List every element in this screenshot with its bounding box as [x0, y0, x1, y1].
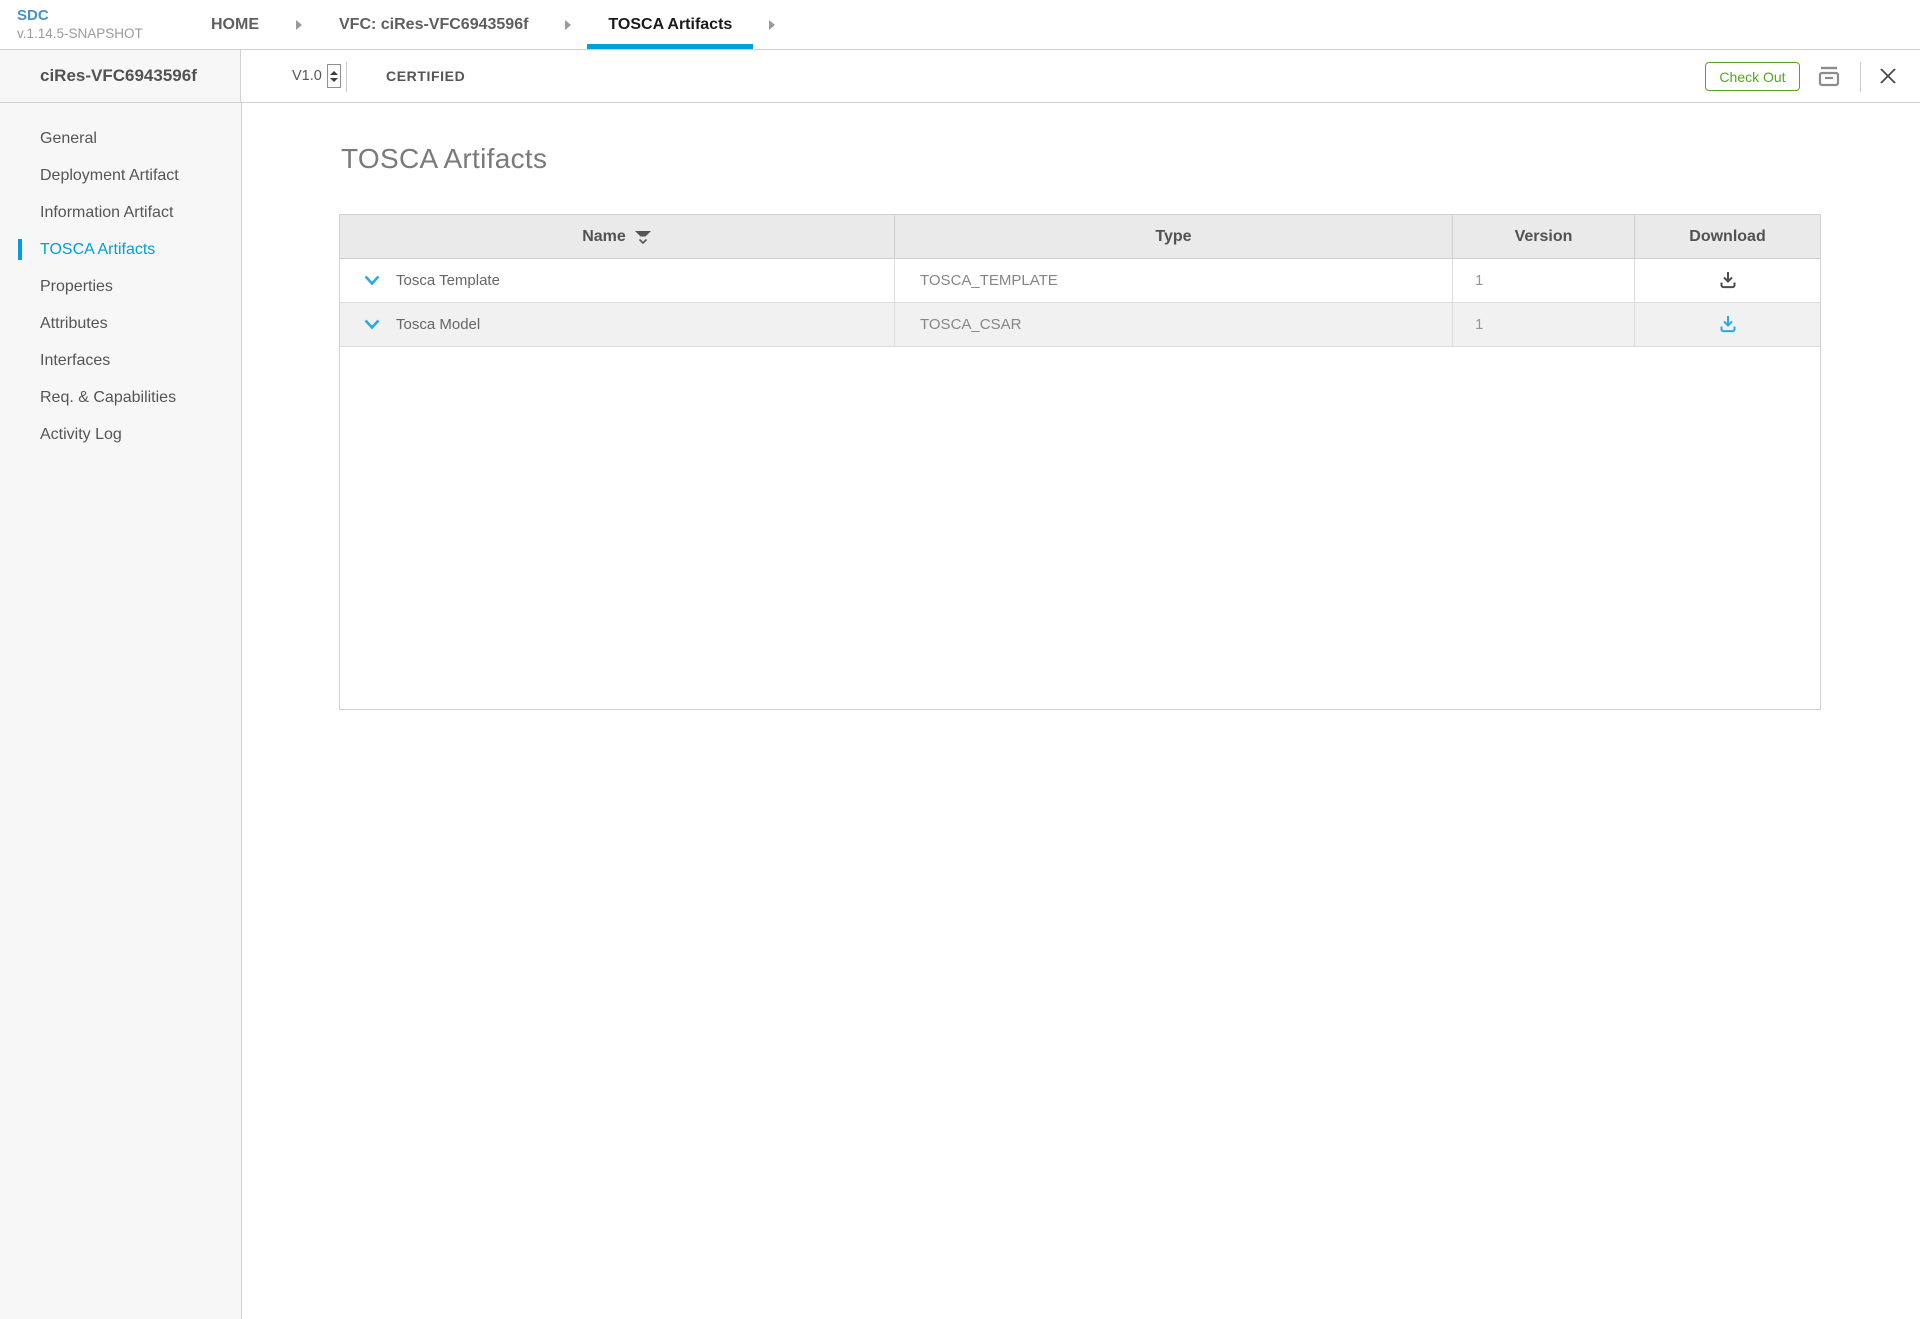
artifact-version-cell: 1: [1453, 259, 1635, 302]
sidebar-item-tosca-artifacts[interactable]: TOSCA Artifacts: [0, 231, 241, 268]
sidebar-item-label: Interfaces: [40, 352, 110, 369]
breadcrumb-caret-icon: [565, 20, 571, 30]
column-header-name[interactable]: Name: [340, 215, 895, 258]
artifact-type-cell: TOSCA_TEMPLATE: [895, 259, 1453, 302]
print-icon[interactable]: [1814, 64, 1844, 90]
breadcrumb: HOME VFC: ciRes-VFC6943596f TOSCA Artifa…: [190, 0, 791, 49]
column-header-label: Download: [1689, 228, 1765, 246]
sidebar-item-attributes[interactable]: Attributes: [0, 305, 241, 342]
spinner-down-icon: [330, 78, 338, 82]
breadcrumb-vfc-label: VFC: ciRes-VFC6943596f: [339, 16, 528, 34]
artifact-version-cell: 1: [1453, 303, 1635, 346]
entity-name: ciRes-VFC6943596f: [0, 50, 241, 102]
sdc-version-label: v.1.14.5-SNAPSHOT: [17, 26, 143, 43]
version-spinner[interactable]: [327, 64, 341, 88]
chevron-down-icon[interactable]: [364, 273, 384, 289]
main-content: TOSCA Artifacts Name Type Version Do: [242, 103, 1920, 1319]
table-header-row: Name Type Version Download: [340, 215, 1820, 259]
artifact-name: Tosca Model: [396, 316, 480, 333]
lifecycle-state-badge: CERTIFIED: [386, 50, 465, 102]
column-header-download[interactable]: Download: [1635, 215, 1820, 258]
table-row: Tosca Template TOSCA_TEMPLATE 1: [340, 259, 1820, 303]
sidebar-item-label: General: [40, 130, 97, 147]
sort-icon: [634, 230, 652, 245]
sidebar: General Deployment Artifact Information …: [0, 103, 242, 1319]
sidebar-item-label: Activity Log: [40, 426, 122, 443]
sidebar-item-deployment-artifact[interactable]: Deployment Artifact: [0, 157, 241, 194]
header-divider: [1860, 62, 1861, 92]
sidebar-item-req-capabilities[interactable]: Req. & Capabilities: [0, 379, 241, 416]
breadcrumb-home-label: HOME: [211, 16, 259, 34]
column-header-label: Type: [1155, 228, 1191, 246]
sidebar-item-activity-log[interactable]: Activity Log: [0, 416, 241, 453]
artifact-download-cell: [1635, 303, 1820, 346]
sidebar-item-properties[interactable]: Properties: [0, 268, 241, 305]
chevron-down-icon[interactable]: [364, 317, 384, 333]
sidebar-item-label: Req. & Capabilities: [40, 389, 176, 406]
artifact-name: Tosca Template: [396, 272, 500, 289]
breadcrumb-vfc[interactable]: VFC: ciRes-VFC6943596f: [318, 0, 549, 49]
check-out-button[interactable]: Check Out: [1705, 62, 1800, 91]
artifact-download-cell: [1635, 259, 1820, 302]
table-row: Tosca Model TOSCA_CSAR 1: [340, 303, 1820, 347]
column-header-label: Version: [1515, 228, 1573, 246]
column-header-label: Name: [582, 228, 626, 246]
breadcrumb-tosca-artifacts-label: TOSCA Artifacts: [608, 16, 732, 34]
sidebar-item-label: Deployment Artifact: [40, 167, 179, 184]
spinner-up-icon: [330, 71, 338, 75]
sidebar-item-label: Attributes: [40, 315, 108, 332]
artifact-name-cell: Tosca Model: [340, 303, 895, 346]
breadcrumb-caret-icon: [296, 20, 302, 30]
sidebar-item-information-artifact[interactable]: Information Artifact: [0, 194, 241, 231]
breadcrumb-home[interactable]: HOME: [190, 0, 280, 49]
sidebar-item-label: Properties: [40, 278, 113, 295]
sdc-logo[interactable]: SDC v.1.14.5-SNAPSHOT: [17, 7, 143, 43]
version-value: V1.0: [292, 68, 322, 84]
entity-header-band: ciRes-VFC6943596f V1.0 CERTIFIED Check O…: [0, 50, 1920, 103]
tosca-artifacts-table: Name Type Version Download: [339, 214, 1821, 710]
column-header-version[interactable]: Version: [1453, 215, 1635, 258]
top-nav-bar: SDC v.1.14.5-SNAPSHOT HOME VFC: ciRes-VF…: [0, 0, 1920, 50]
breadcrumb-caret-icon: [769, 20, 775, 30]
sidebar-item-interfaces[interactable]: Interfaces: [0, 342, 241, 379]
sidebar-item-label: Information Artifact: [40, 204, 173, 221]
active-indicator-bar: [18, 239, 22, 260]
page-title: TOSCA Artifacts: [341, 143, 547, 175]
sidebar-item-label: TOSCA Artifacts: [40, 241, 155, 258]
sidebar-item-general[interactable]: General: [0, 120, 241, 157]
breadcrumb-tosca-artifacts[interactable]: TOSCA Artifacts: [587, 0, 753, 49]
download-icon[interactable]: [1716, 313, 1740, 337]
close-icon[interactable]: [1876, 65, 1900, 89]
sdc-logo-title: SDC: [17, 7, 143, 26]
download-icon[interactable]: [1716, 269, 1740, 293]
version-selector[interactable]: V1.0: [292, 50, 341, 102]
artifact-name-cell: Tosca Template: [340, 259, 895, 302]
column-header-type[interactable]: Type: [895, 215, 1453, 258]
header-divider: [346, 62, 347, 92]
artifact-type-cell: TOSCA_CSAR: [895, 303, 1453, 346]
